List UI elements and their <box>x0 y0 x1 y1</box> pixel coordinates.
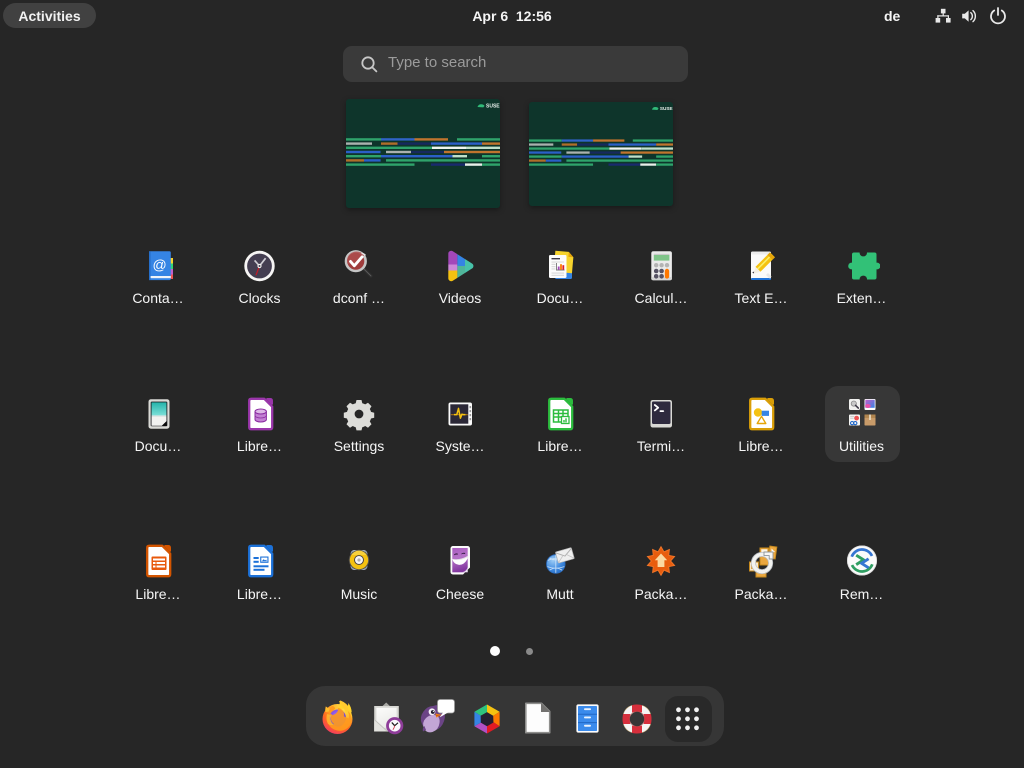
svg-text:@: @ <box>152 256 166 272</box>
svg-text:SUSE: SUSE <box>486 104 500 110</box>
